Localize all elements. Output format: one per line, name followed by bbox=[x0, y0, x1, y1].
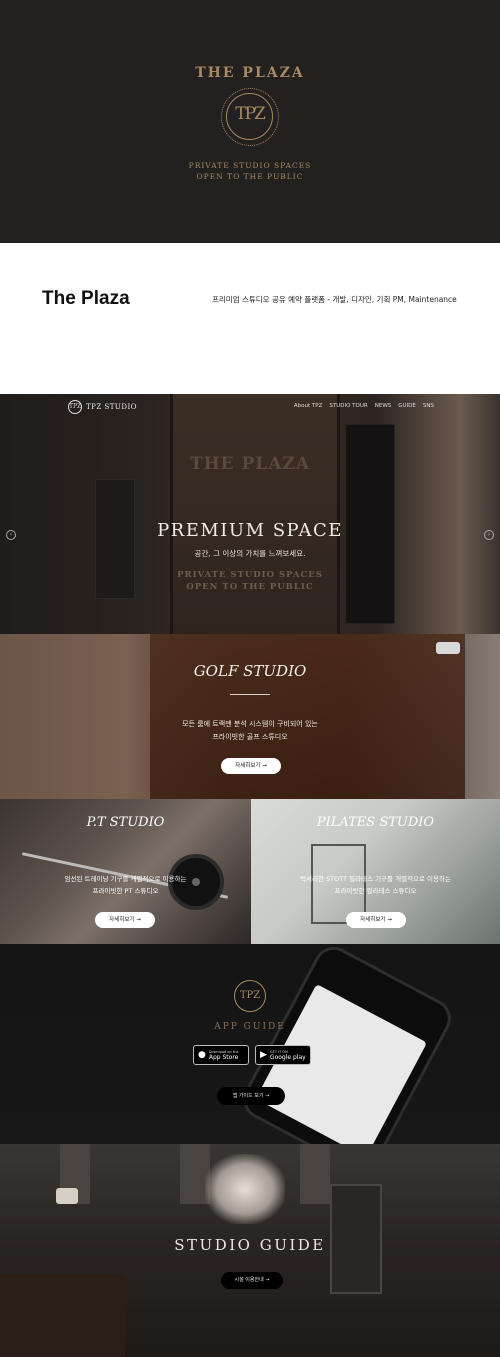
premium-space-banner: TPZ TPZ STUDIO About TPZ STUDIO TOUR NEW… bbox=[0, 394, 500, 634]
logo-text: TPZ STUDIO bbox=[86, 403, 137, 411]
seal-monogram: TPZ bbox=[235, 104, 266, 124]
premium-tagline-1: PRIVATE STUDIO SPACES bbox=[177, 570, 323, 580]
app-store-button[interactable]: ● Download on the App Store bbox=[193, 1045, 249, 1065]
logo-seal-icon: TPZ bbox=[68, 400, 82, 414]
app-guide-section: TPZ APP GUIDE ● Download on the App Stor… bbox=[0, 944, 500, 1144]
main-nav: About TPZ STUDIO TOUR NEWS GUIDE SNS bbox=[294, 403, 434, 409]
premium-subtitle: 공간, 그 이상의 가치를 느껴보세요. bbox=[194, 549, 306, 558]
pilates-description-1: 럭셔리한 STOTT 필라테스 기구를 개별적으로 이용하는 bbox=[300, 875, 451, 883]
app-guide-title: APP GUIDE bbox=[214, 1022, 286, 1032]
divider bbox=[230, 694, 270, 695]
apple-icon: ● bbox=[198, 1050, 206, 1060]
google-play-button[interactable]: ▶ GET IT ON Google play bbox=[255, 1045, 311, 1065]
nav-item-sns[interactable]: SNS bbox=[423, 403, 434, 409]
pt-title: P.T STUDIO bbox=[86, 815, 165, 830]
door-image bbox=[170, 394, 340, 634]
pendant-lamp-image bbox=[56, 1188, 78, 1204]
app-guide-button[interactable]: 앱 가이드 보기 → bbox=[217, 1087, 285, 1105]
golf-description-2: 프라이빗한 골프 스튜디오 bbox=[212, 733, 288, 741]
brand-tagline-1: PRIVATE STUDIO SPACES bbox=[188, 161, 312, 170]
bar-counter-image bbox=[0, 1274, 125, 1357]
golf-title: GOLF STUDIO bbox=[193, 662, 307, 680]
pt-detail-button[interactable]: 자세히보기 → bbox=[95, 912, 155, 928]
brand-tagline-2: OPEN TO THE PUBLIC bbox=[196, 172, 304, 181]
golf-detail-button[interactable]: 자세히보기 → bbox=[221, 758, 281, 774]
facility-guide-button[interactable]: 시설 이용안내 → bbox=[221, 1272, 283, 1289]
golf-screen-image bbox=[150, 634, 465, 799]
google-play-icon: ▶ bbox=[260, 1050, 267, 1060]
chevron-left-icon[interactable]: ‹ bbox=[6, 530, 16, 540]
nav-item-guide[interactable]: GUIDE bbox=[398, 403, 416, 409]
golf-description-1: 모든 룸에 트랙맨 분석 시스템이 구비되어 있는 bbox=[182, 720, 318, 728]
google-play-label: Google play bbox=[269, 1053, 306, 1061]
nav-item-studio-tour[interactable]: STUDIO TOUR bbox=[329, 403, 367, 409]
app-store-label: App Store bbox=[208, 1053, 239, 1061]
pt-studio-section: P.T STUDIO 엄선된 트레이닝 기구를 개별적으로 이용하는 프라이빗한… bbox=[0, 799, 251, 944]
chevron-right-icon[interactable]: › bbox=[484, 530, 494, 540]
brand-title: THE PLAZA bbox=[195, 65, 305, 81]
pilates-studio-section: PILATES STUDIO 럭셔리한 STOTT 필라테스 기구를 개별적으로… bbox=[251, 799, 500, 944]
premium-title: PREMIUM SPACE bbox=[157, 520, 343, 541]
chandelier-image bbox=[205, 1154, 285, 1224]
pilates-title: PILATES STUDIO bbox=[316, 815, 435, 830]
ceiling-beam bbox=[300, 1144, 330, 1204]
project-name: The Plaza bbox=[42, 288, 130, 309]
project-description: 프리미엄 스튜디오 공유 예약 플랫폼 - 개발, 디자인, 기획 PM, Ma… bbox=[212, 295, 457, 304]
golf-studio-section: GOLF STUDIO 모든 룸에 트랙맨 분석 시스템이 구비되어 있는 프라… bbox=[0, 634, 500, 799]
door-sign: THE PLAZA bbox=[189, 454, 311, 474]
nav-item-news[interactable]: NEWS bbox=[375, 403, 392, 409]
pt-description-2: 프라이빗한 PT 스튜디오 bbox=[92, 887, 159, 895]
hero-logo-section: THE PLAZA TPZ PRIVATE STUDIO SPACES OPEN… bbox=[0, 0, 500, 243]
camera-icon bbox=[436, 642, 460, 654]
app-seal-icon: TPZ bbox=[234, 980, 266, 1012]
nav-item-about[interactable]: About TPZ bbox=[294, 403, 322, 409]
pilates-description-2: 프라이빗한 필라테스 스튜디오 bbox=[334, 887, 417, 895]
nav-logo[interactable]: TPZ TPZ STUDIO bbox=[68, 400, 137, 414]
project-intro: The Plaza 프리미엄 스튜디오 공유 예약 플랫폼 - 개발, 디자인,… bbox=[0, 243, 500, 394]
brand-seal-icon: TPZ bbox=[221, 88, 279, 146]
pilates-detail-button[interactable]: 자세히보기 → bbox=[346, 912, 406, 928]
premium-tagline-2: OPEN TO THE PUBLIC bbox=[186, 582, 314, 592]
pt-description-1: 엄선된 트레이닝 기구를 개별적으로 이용하는 bbox=[64, 875, 187, 883]
phone-mockup bbox=[236, 944, 458, 1144]
studio-guide-section: STUDIO GUIDE 시설 이용안내 → bbox=[0, 1144, 500, 1357]
studio-guide-title: STUDIO GUIDE bbox=[174, 1236, 326, 1254]
